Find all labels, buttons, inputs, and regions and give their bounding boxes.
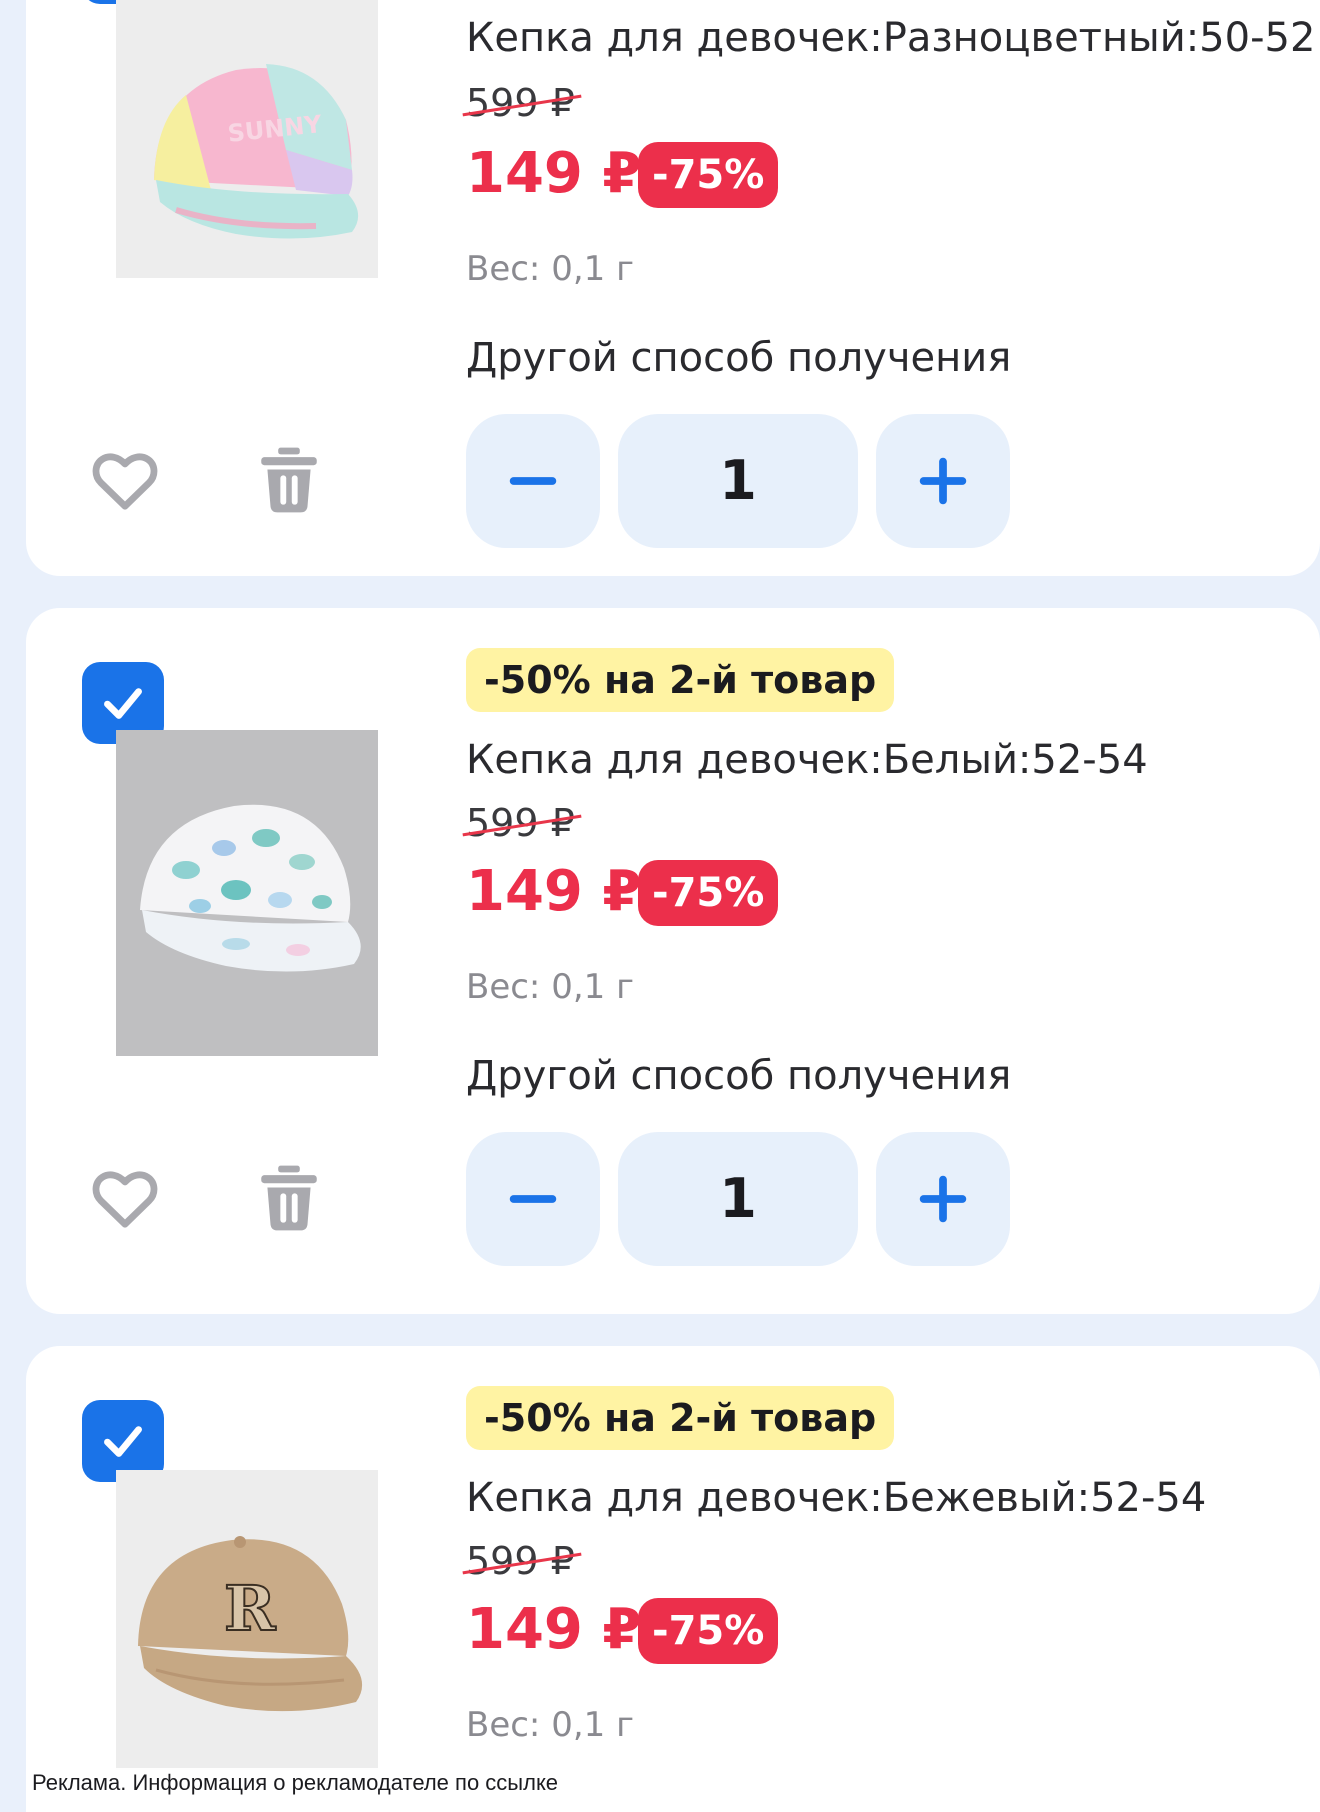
old-price-value: 599 ₽: [466, 801, 575, 845]
minus-icon: [509, 477, 557, 485]
product-title[interactable]: Кепка для девочек:Бежевый:52-54: [466, 1474, 1206, 1522]
plus-icon: [919, 457, 967, 505]
heart-icon: [92, 453, 158, 510]
product-title[interactable]: Кепка для девочек:Белый:52-54: [466, 736, 1148, 784]
quantity-value[interactable]: 1: [618, 1132, 858, 1266]
svg-text:R: R: [224, 1572, 276, 1645]
trash-icon: [261, 447, 317, 513]
discount-badge: -75%: [638, 860, 779, 926]
old-price: 599 ₽: [462, 80, 582, 126]
weight-label: Вес: 0,1 г: [466, 249, 634, 289]
trash-icon: [261, 1165, 317, 1231]
new-price: 149 ₽: [466, 1597, 642, 1662]
promo-badge: -50% на 2-й товар: [466, 648, 895, 712]
cart-item-card: SUNNY Кепка для девочек:Разноцветный:50-…: [26, 0, 1320, 576]
cart-item-card: -50% на 2-й товар Кепка для девочек:Белы…: [26, 608, 1320, 1314]
old-price: 599 ₽: [462, 1538, 582, 1584]
product-image[interactable]: SUNNY: [116, 0, 378, 278]
white-leopard-cap-image: [116, 730, 378, 1056]
increase-quantity-button[interactable]: [876, 1132, 1010, 1266]
delivery-method-link[interactable]: Другой способ получения: [466, 334, 1011, 382]
quantity-value[interactable]: 1: [618, 414, 858, 548]
old-price-value: 599 ₽: [466, 81, 575, 125]
discount-badge: -75%: [638, 1598, 779, 1664]
favorite-button[interactable]: [88, 443, 162, 517]
old-price-value: 599 ₽: [466, 1539, 575, 1583]
tie-dye-cap-image: SUNNY: [116, 0, 378, 278]
new-price: 149 ₽: [466, 141, 642, 206]
favorite-button[interactable]: [88, 1161, 162, 1235]
promo-badge: -50% на 2-й товар: [466, 1386, 895, 1450]
plus-icon: [919, 1175, 967, 1223]
beige-cap-image: R: [116, 1470, 378, 1770]
weight-label: Вес: 0,1 г: [466, 1705, 634, 1745]
discount-badge: -75%: [638, 142, 779, 208]
cart-item-card: R -50% на 2-й товар Кепка для девочек:Бе…: [26, 1346, 1320, 1812]
new-price: 149 ₽: [466, 859, 642, 924]
heart-icon: [92, 1171, 158, 1228]
decrease-quantity-button[interactable]: [466, 414, 600, 548]
delete-button[interactable]: [252, 443, 326, 517]
increase-quantity-button[interactable]: [876, 414, 1010, 548]
product-title[interactable]: Кепка для девочек:Разноцветный:50-52: [466, 14, 1315, 62]
delete-button[interactable]: [252, 1161, 326, 1235]
minus-icon: [509, 1195, 557, 1203]
check-icon: [104, 1426, 142, 1457]
decrease-quantity-button[interactable]: [466, 1132, 600, 1266]
old-price: 599 ₽: [462, 800, 582, 846]
ad-disclaimer[interactable]: Реклама. Информация о рекламодателе по с…: [28, 1768, 563, 1798]
product-image[interactable]: R: [116, 1470, 378, 1770]
delivery-method-link[interactable]: Другой способ получения: [466, 1052, 1011, 1100]
product-image[interactable]: [116, 730, 378, 1056]
check-icon: [104, 688, 142, 719]
weight-label: Вес: 0,1 г: [466, 967, 634, 1007]
